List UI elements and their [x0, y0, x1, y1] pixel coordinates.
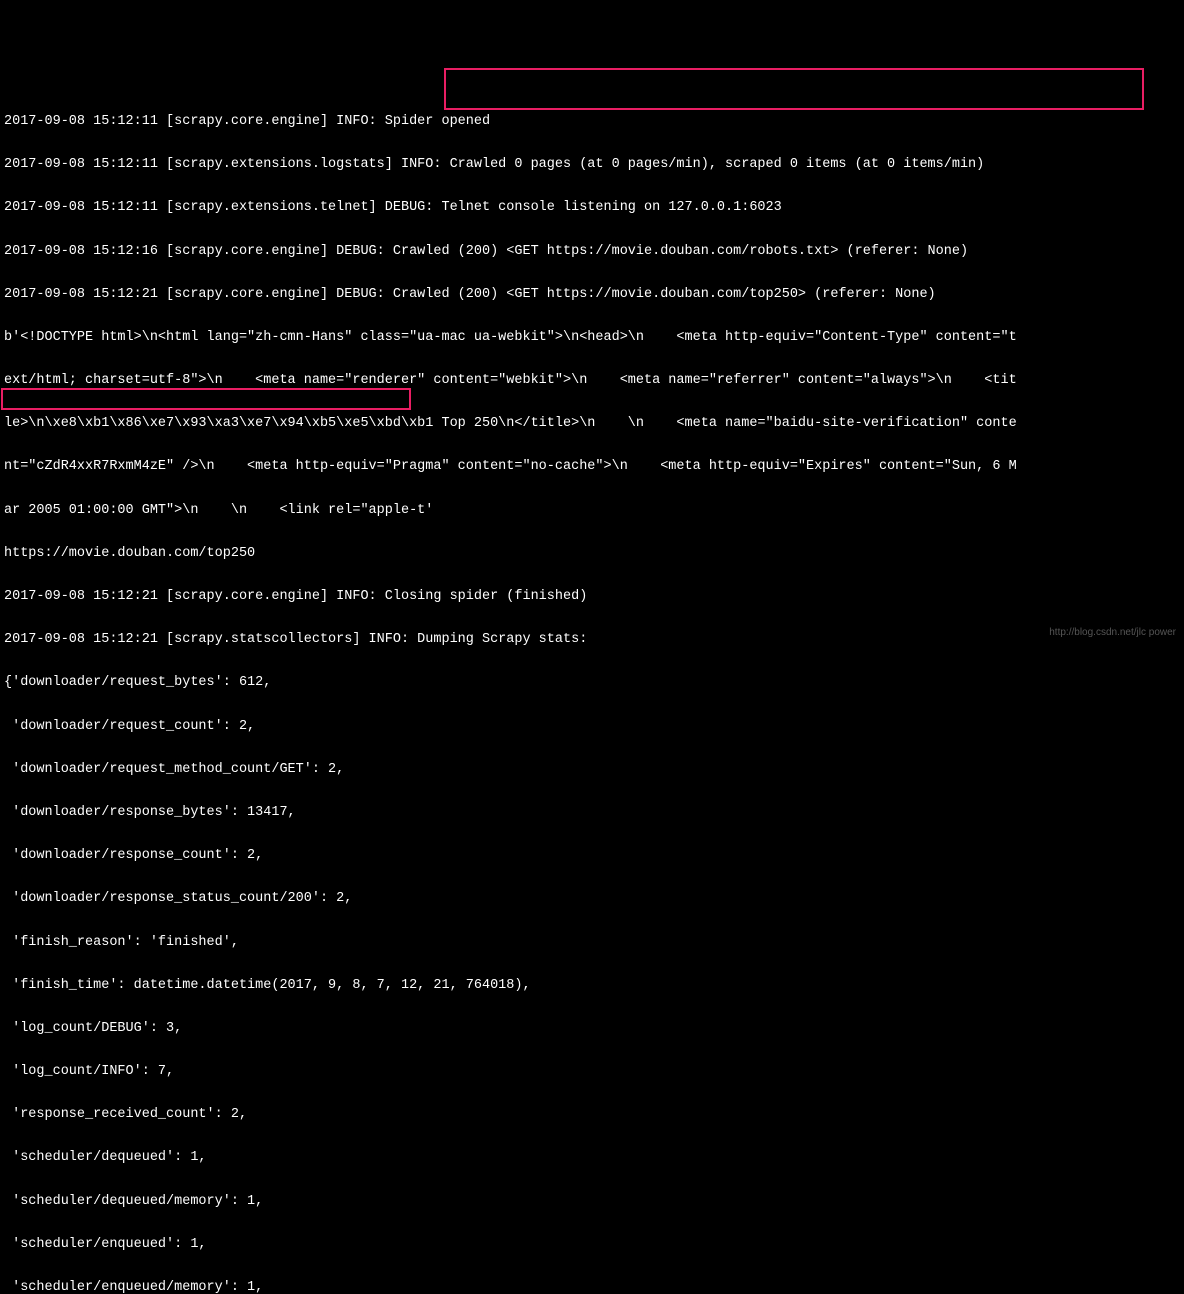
log-line: 'downloader/response_status_count/200': …	[4, 888, 1180, 910]
log-line: le>\n\xe8\xb1\x86\xe7\x93\xa3\xe7\x94\xb…	[4, 413, 1180, 435]
log-line: 2017-09-08 15:12:21 [scrapy.core.engine]…	[4, 586, 1180, 608]
log-line: https://movie.douban.com/top250	[4, 543, 1180, 565]
log-line: 'scheduler/enqueued': 1,	[4, 1234, 1180, 1256]
log-line: 2017-09-08 15:12:16 [scrapy.core.engine]…	[4, 241, 1180, 263]
log-line: 2017-09-08 15:12:21 [scrapy.statscollect…	[4, 629, 1180, 651]
log-line: 2017-09-08 15:12:11 [scrapy.extensions.l…	[4, 154, 1180, 176]
log-line: 2017-09-08 15:12:11 [scrapy.core.engine]…	[4, 111, 1180, 133]
log-line: 'scheduler/dequeued/memory': 1,	[4, 1191, 1180, 1213]
log-line: 'scheduler/enqueued/memory': 1,	[4, 1277, 1180, 1294]
log-line: 'response_received_count': 2,	[4, 1104, 1180, 1126]
log-line: 2017-09-08 15:12:11 [scrapy.extensions.t…	[4, 197, 1180, 219]
log-line: 'finish_reason': 'finished',	[4, 932, 1180, 954]
log-line: 'downloader/response_bytes': 13417,	[4, 802, 1180, 824]
log-line: b'<!DOCTYPE html>\n<html lang="zh-cmn-Ha…	[4, 327, 1180, 349]
log-line: ar 2005 01:00:00 GMT">\n \n <link rel="a…	[4, 500, 1180, 522]
log-line: {'downloader/request_bytes': 612,	[4, 672, 1180, 694]
log-line: 'log_count/INFO': 7,	[4, 1061, 1180, 1083]
log-line: 'log_count/DEBUG': 3,	[4, 1018, 1180, 1040]
log-line: nt="cZdR4xxR7RxmM4zE" />\n <meta http-eq…	[4, 456, 1180, 478]
terminal-output[interactable]: 2017-09-08 15:12:11 [scrapy.core.engine]…	[4, 89, 1180, 1294]
log-line: 2017-09-08 15:12:21 [scrapy.core.engine]…	[4, 284, 1180, 306]
log-line: 'downloader/request_method_count/GET': 2…	[4, 759, 1180, 781]
log-line: ext/html; charset=utf-8">\n <meta name="…	[4, 370, 1180, 392]
log-line: 'finish_time': datetime.datetime(2017, 9…	[4, 975, 1180, 997]
log-line: 'downloader/response_count': 2,	[4, 845, 1180, 867]
log-line: 'downloader/request_count': 2,	[4, 716, 1180, 738]
log-line: 'scheduler/dequeued': 1,	[4, 1147, 1180, 1169]
watermark-text: http://blog.csdn.net/jlc power	[1049, 625, 1176, 641]
